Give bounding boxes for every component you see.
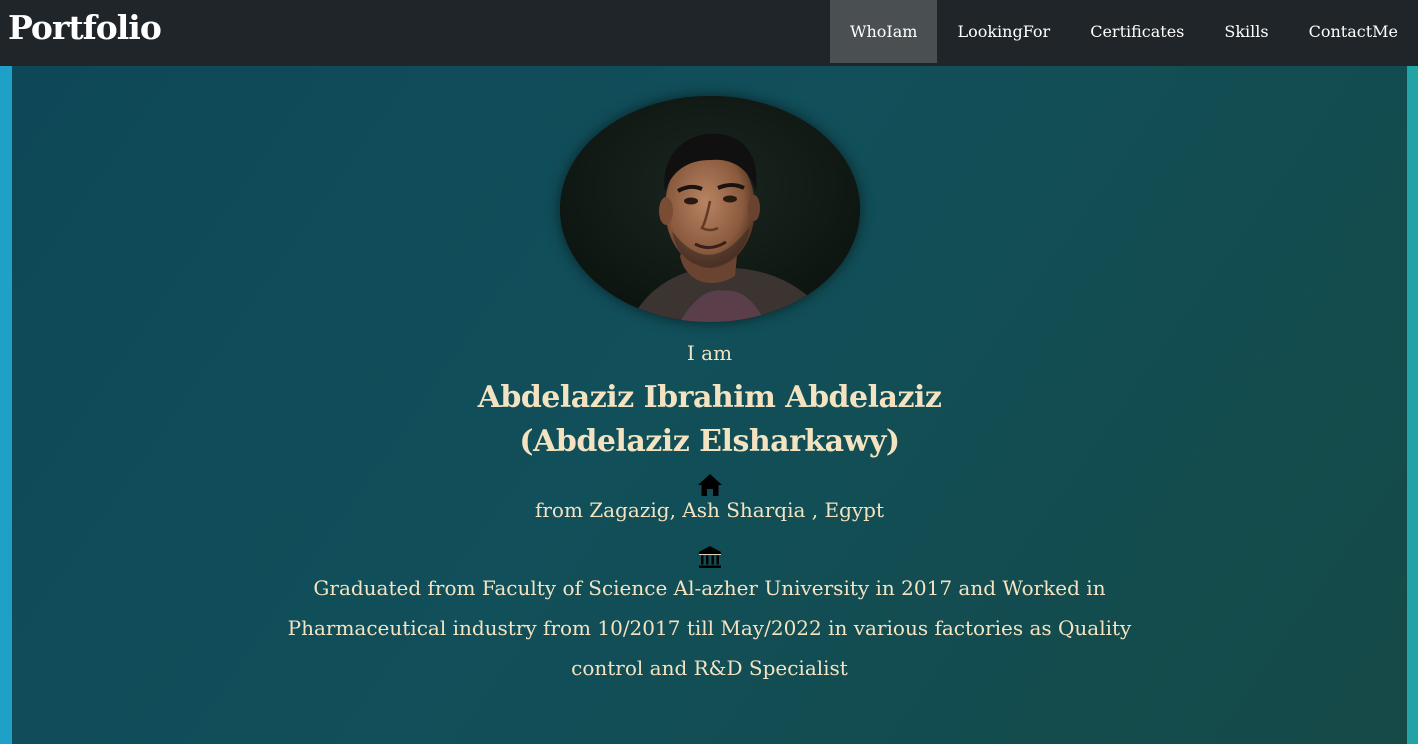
profile-section: I am Abdelaziz Ibrahim Abdelaziz (Abdela… — [12, 66, 1407, 744]
location-text: from Zagazig, Ash Sharqia , Egypt — [534, 498, 885, 522]
nav-item-certificates[interactable]: Certificates — [1070, 0, 1204, 63]
top-navbar: Portfolio WhoIam LookingFor Certificates… — [0, 0, 1418, 66]
right-edge-strip — [1407, 66, 1418, 744]
nav-item-lookingfor[interactable]: LookingFor — [937, 0, 1070, 63]
nav-menu: WhoIam LookingFor Certificates Skills Co… — [830, 0, 1418, 63]
nav-item-whoiam[interactable]: WhoIam — [830, 0, 938, 63]
brand-logo[interactable]: Portfolio — [8, 6, 162, 50]
home-icon — [697, 472, 723, 498]
profile-name-line1: Abdelaziz Ibrahim Abdelaziz — [477, 380, 942, 415]
bio-text: Graduated from Faculty of Science Al-azh… — [287, 576, 1132, 680]
left-edge-strip — [0, 66, 12, 744]
university-icon — [698, 545, 722, 569]
nav-item-contactme[interactable]: ContactMe — [1289, 0, 1418, 63]
profile-name-line2: (Abdelaziz Elsharkawy) — [519, 424, 900, 459]
profile-avatar — [560, 96, 860, 322]
nav-item-skills[interactable]: Skills — [1204, 0, 1288, 63]
profile-name: Abdelaziz Ibrahim Abdelaziz (Abdelaziz E… — [12, 376, 1407, 464]
intro-text: I am — [686, 341, 733, 365]
